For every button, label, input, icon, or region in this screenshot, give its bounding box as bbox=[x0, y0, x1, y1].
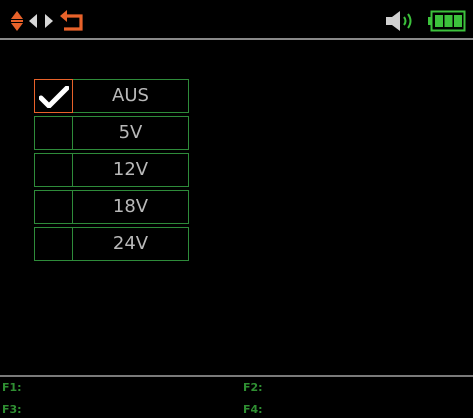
option-label-24v: 24V bbox=[73, 227, 189, 261]
option-label-18v: 18V bbox=[73, 190, 189, 224]
device-screen: AUS 5V 12V 18V 24V F1: F2: F3: F4: bbox=[0, 0, 473, 418]
status-bar-divider bbox=[0, 38, 473, 40]
battery-icon bbox=[428, 10, 466, 32]
function-key-f4[interactable]: F4: bbox=[243, 403, 263, 416]
voltage-option-list: AUS 5V 12V 18V 24V bbox=[34, 79, 189, 264]
option-checkbox-24v[interactable] bbox=[34, 227, 73, 261]
function-key-f2[interactable]: F2: bbox=[243, 381, 263, 394]
checkmark-icon bbox=[39, 86, 69, 108]
option-checkbox-5v[interactable] bbox=[34, 116, 73, 150]
option-row-aus[interactable]: AUS bbox=[34, 79, 189, 113]
function-key-divider bbox=[0, 375, 473, 377]
function-key-f1[interactable]: F1: bbox=[2, 381, 22, 394]
speaker-icon[interactable] bbox=[385, 10, 421, 32]
status-bar bbox=[0, 0, 473, 38]
option-row-24v[interactable]: 24V bbox=[34, 227, 189, 261]
option-checkbox-aus[interactable] bbox=[34, 79, 73, 113]
option-row-18v[interactable]: 18V bbox=[34, 190, 189, 224]
left-arrow-icon[interactable] bbox=[28, 13, 38, 29]
option-checkbox-18v[interactable] bbox=[34, 190, 73, 224]
option-label-5v: 5V bbox=[73, 116, 189, 150]
option-label-aus: AUS bbox=[73, 79, 189, 113]
option-label-12v: 12V bbox=[73, 153, 189, 187]
up-down-arrows-icon[interactable] bbox=[10, 10, 24, 32]
return-arrow-icon[interactable] bbox=[58, 9, 86, 33]
function-key-f3[interactable]: F3: bbox=[2, 403, 22, 416]
option-row-12v[interactable]: 12V bbox=[34, 153, 189, 187]
right-arrow-icon[interactable] bbox=[44, 13, 54, 29]
option-row-5v[interactable]: 5V bbox=[34, 116, 189, 150]
option-checkbox-12v[interactable] bbox=[34, 153, 73, 187]
